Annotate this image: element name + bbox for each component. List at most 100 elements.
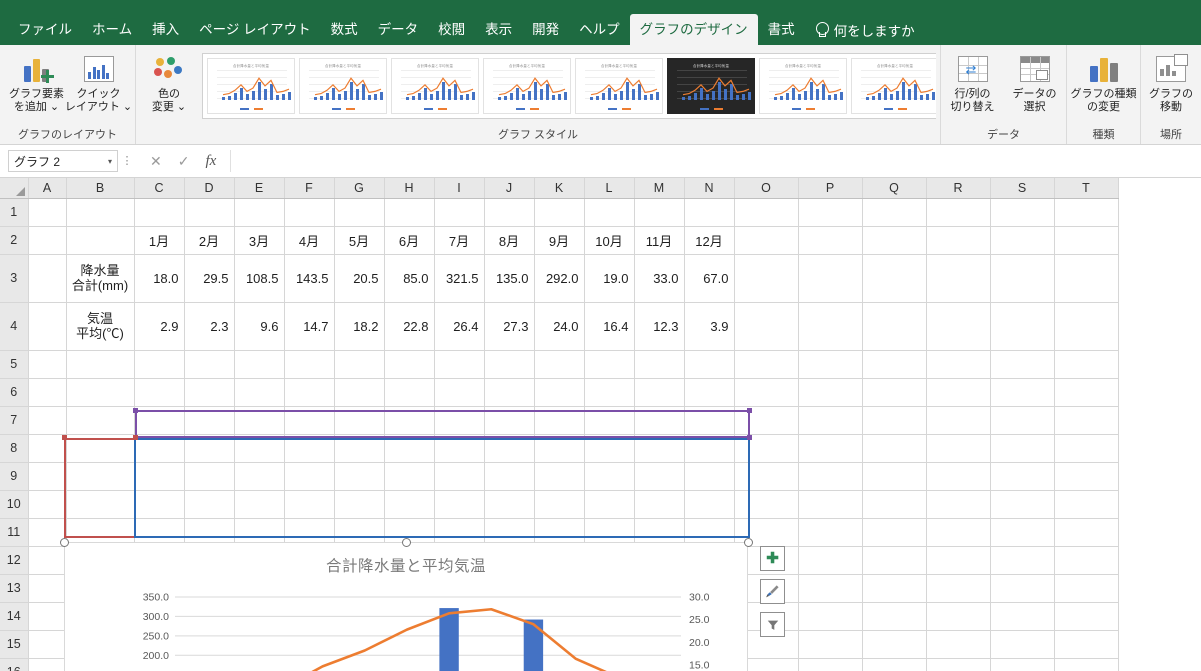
enter-icon[interactable]: ✓ xyxy=(178,153,190,170)
cell-Q16[interactable] xyxy=(862,658,927,671)
cell-K6[interactable] xyxy=(534,378,585,407)
cell-C8[interactable] xyxy=(134,434,185,463)
cell-R9[interactable] xyxy=(926,462,991,491)
formula-input[interactable] xyxy=(230,150,1199,172)
cell-P15[interactable] xyxy=(798,630,863,659)
cell-C4[interactable]: 2.9 xyxy=(134,302,185,351)
cell-T10[interactable] xyxy=(1054,490,1119,519)
cell-J6[interactable] xyxy=(484,378,535,407)
column-header-b[interactable]: B xyxy=(66,178,135,199)
cell-T7[interactable] xyxy=(1054,406,1119,435)
cell-Q10[interactable] xyxy=(862,490,927,519)
cell-R8[interactable] xyxy=(926,434,991,463)
cell-D2[interactable]: 2月 xyxy=(184,226,235,255)
cell-I6[interactable] xyxy=(434,378,485,407)
cell-L6[interactable] xyxy=(584,378,635,407)
column-header-g[interactable]: G xyxy=(334,178,385,199)
cell-R11[interactable] xyxy=(926,518,991,547)
row-header-16[interactable]: 16 xyxy=(0,658,29,671)
tab-insert[interactable]: 挿入 xyxy=(142,14,189,45)
column-header-d[interactable]: D xyxy=(184,178,235,199)
tab-formulas[interactable]: 数式 xyxy=(321,14,368,45)
cell-D7[interactable] xyxy=(184,406,235,435)
cell-D3[interactable]: 29.5 xyxy=(184,254,235,303)
cell-P5[interactable] xyxy=(798,350,863,379)
cell-T1[interactable] xyxy=(1054,198,1119,227)
cell-F4[interactable]: 14.7 xyxy=(284,302,335,351)
cell-G2[interactable]: 5月 xyxy=(334,226,385,255)
row-header-10[interactable]: 10 xyxy=(0,490,29,519)
cell-A3[interactable] xyxy=(28,254,67,303)
chart-styles-button[interactable] xyxy=(760,579,785,604)
cell-P10[interactable] xyxy=(798,490,863,519)
chart-styles-gallery[interactable]: 合計降水量と平均気温 合計降水量と平均気温 合計降水量と平均気温 合計降水量と平均気温… xyxy=(198,49,936,123)
cell-E7[interactable] xyxy=(234,406,285,435)
cell-S1[interactable] xyxy=(990,198,1055,227)
insert-function-icon[interactable]: fx xyxy=(205,153,216,170)
cell-P13[interactable] xyxy=(798,574,863,603)
cell-K4[interactable]: 24.0 xyxy=(534,302,585,351)
cell-C1[interactable] xyxy=(134,198,185,227)
cell-T12[interactable] xyxy=(1054,546,1119,575)
cell-N5[interactable] xyxy=(684,350,735,379)
cell-N6[interactable] xyxy=(684,378,735,407)
cell-A14[interactable] xyxy=(28,602,67,631)
cell-T9[interactable] xyxy=(1054,462,1119,491)
cell-A13[interactable] xyxy=(28,574,67,603)
cell-R7[interactable] xyxy=(926,406,991,435)
formula-bar-more-icon[interactable]: ⋮ xyxy=(118,156,136,167)
cell-R1[interactable] xyxy=(926,198,991,227)
cell-M9[interactable] xyxy=(634,462,685,491)
column-header-t[interactable]: T xyxy=(1054,178,1119,199)
selection-handle-top-right[interactable] xyxy=(747,408,752,413)
cell-E1[interactable] xyxy=(234,198,285,227)
cell-A8[interactable] xyxy=(28,434,67,463)
cell-F2[interactable]: 4月 xyxy=(284,226,335,255)
cell-B10[interactable] xyxy=(66,490,135,519)
cell-G6[interactable] xyxy=(334,378,385,407)
cell-L8[interactable] xyxy=(584,434,635,463)
change-chart-type-button[interactable]: グラフの種類 の変更 xyxy=(1071,49,1137,114)
cell-K2[interactable]: 9月 xyxy=(534,226,585,255)
quick-layout-button[interactable]: クイック レイアウト ⌄ xyxy=(65,49,132,114)
tab-home[interactable]: ホーム xyxy=(82,14,142,45)
column-header-n[interactable]: N xyxy=(684,178,735,199)
cell-T14[interactable] xyxy=(1054,602,1119,631)
cell-D10[interactable] xyxy=(184,490,235,519)
selection-handle-label-tr[interactable] xyxy=(133,435,138,440)
column-header-h[interactable]: H xyxy=(384,178,435,199)
cell-F5[interactable] xyxy=(284,350,335,379)
cell-T15[interactable] xyxy=(1054,630,1119,659)
cell-S15[interactable] xyxy=(990,630,1055,659)
chart-elements-button[interactable]: ✚ xyxy=(760,546,785,571)
row-header-9[interactable]: 9 xyxy=(0,462,29,491)
cell-L3[interactable]: 19.0 xyxy=(584,254,635,303)
cell-S11[interactable] xyxy=(990,518,1055,547)
tell-me-box[interactable]: 何をしますか xyxy=(805,14,925,45)
cell-L5[interactable] xyxy=(584,350,635,379)
cell-H6[interactable] xyxy=(384,378,435,407)
move-chart-button[interactable]: グラフの 移動 xyxy=(1145,49,1197,114)
cell-L2[interactable]: 10月 xyxy=(584,226,635,255)
cell-N8[interactable] xyxy=(684,434,735,463)
cell-B8[interactable] xyxy=(66,434,135,463)
cell-G3[interactable]: 20.5 xyxy=(334,254,385,303)
cell-K5[interactable] xyxy=(534,350,585,379)
change-colors-button[interactable]: 色の 変更 ⌄ xyxy=(140,49,198,114)
select-data-button[interactable]: データの 選択 xyxy=(1004,49,1066,114)
cell-Q9[interactable] xyxy=(862,462,927,491)
cell-P7[interactable] xyxy=(798,406,863,435)
row-header-8[interactable]: 8 xyxy=(0,434,29,463)
selection-handle-top-left[interactable] xyxy=(133,408,138,413)
cell-N4[interactable]: 3.9 xyxy=(684,302,735,351)
row-header-12[interactable]: 12 xyxy=(0,546,29,575)
row-header-3[interactable]: 3 xyxy=(0,254,29,303)
cell-J8[interactable] xyxy=(484,434,535,463)
tab-format[interactable]: 書式 xyxy=(758,14,805,45)
cell-A2[interactable] xyxy=(28,226,67,255)
cell-Q2[interactable] xyxy=(862,226,927,255)
chart-filters-button[interactable] xyxy=(760,612,785,637)
cell-Q5[interactable] xyxy=(862,350,927,379)
cell-K9[interactable] xyxy=(534,462,585,491)
chart-style-thumbnail[interactable]: 合計降水量と平均気温 xyxy=(851,58,936,114)
